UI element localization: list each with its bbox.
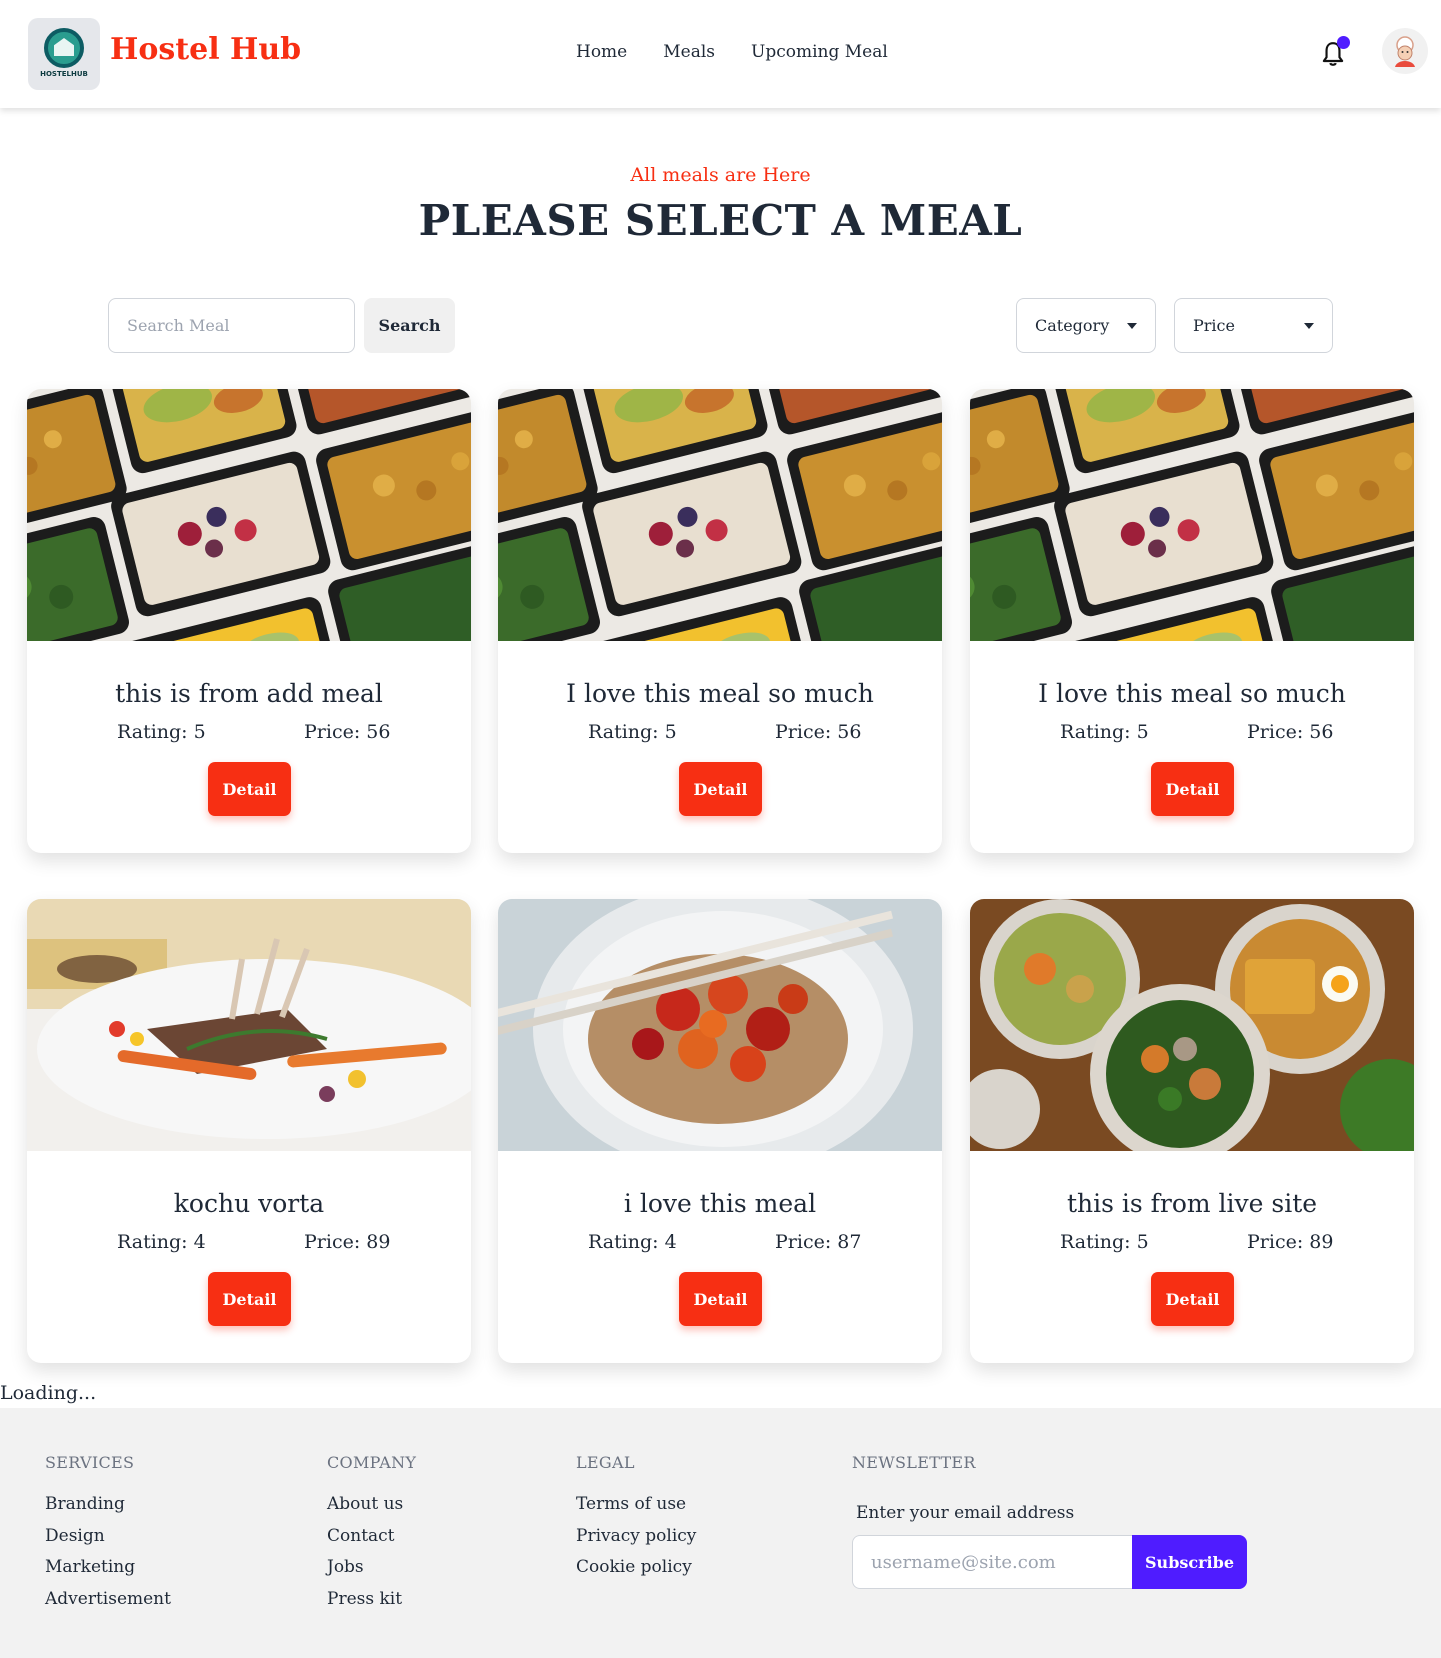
meal-price: Price: 56 (1247, 721, 1334, 743)
detail-button[interactable]: Detail (679, 762, 762, 816)
meal-image (27, 899, 471, 1151)
detail-button[interactable]: Detail (208, 762, 291, 816)
meal-card: i love this meal Rating: 4 Price: 87 Detai… (498, 899, 942, 1363)
meal-title: this is from add meal (115, 679, 383, 708)
brand-name[interactable]: Hostel Hub (110, 32, 301, 67)
nav-links: Home Meals Upcoming Meal (576, 42, 888, 62)
meal-title: kochu vorta (173, 1189, 325, 1218)
logo-text: HOSTELHUB (40, 70, 88, 78)
footer (0, 1408, 1441, 1658)
meal-rating: Rating: 4 (588, 1231, 677, 1253)
detail-button[interactable]: Detail (679, 1272, 762, 1326)
caret-down-icon (1304, 323, 1314, 329)
footer-link-about-us[interactable]: About us (327, 1494, 416, 1526)
meal-image (498, 389, 942, 641)
price-select-label: Price (1193, 316, 1235, 335)
meal-price: Price: 89 (304, 1231, 391, 1253)
search-button[interactable]: Search (364, 298, 455, 353)
footer-link-design[interactable]: Design (45, 1526, 171, 1558)
newsletter-label: Enter your email address (856, 1503, 1075, 1523)
detail-button[interactable]: Detail (1151, 762, 1234, 816)
footer-link-marketing[interactable]: Marketing (45, 1557, 171, 1589)
meal-card: this is from live site Rating: 5 Price: 89… (970, 899, 1414, 1363)
meal-price: Price: 89 (1247, 1231, 1334, 1253)
meal-rating: Rating: 5 (1060, 721, 1149, 743)
footer-link-contact[interactable]: Contact (327, 1526, 416, 1558)
meal-image (27, 389, 471, 641)
footer-link-terms[interactable]: Terms of use (576, 1494, 696, 1526)
loading-text: Loading... (0, 1382, 97, 1404)
detail-button[interactable]: Detail (1151, 1272, 1234, 1326)
meal-image (970, 899, 1414, 1151)
category-select-label: Category (1035, 316, 1110, 335)
footer-link-privacy[interactable]: Privacy policy (576, 1526, 696, 1558)
footer-heading: LEGAL (576, 1453, 635, 1472)
meal-card: I love this meal so much Rating: 5 Price:… (498, 389, 942, 853)
subscribe-button[interactable]: Subscribe (1132, 1535, 1247, 1589)
footer-link-branding[interactable]: Branding (45, 1494, 171, 1526)
navbar: HOSTELHUB Hostel Hub Home Meals Upcoming… (0, 0, 1441, 108)
meal-rating: Rating: 4 (117, 1231, 206, 1253)
meal-price: Price: 56 (304, 721, 391, 743)
footer-services: SERVICES Branding Design Marketing Adver… (45, 1453, 171, 1620)
footer-heading: SERVICES (45, 1453, 135, 1472)
meal-image (498, 899, 942, 1151)
caret-down-icon (1127, 323, 1137, 329)
logo-icon: HOSTELHUB (36, 26, 92, 82)
detail-button[interactable]: Detail (208, 1272, 291, 1326)
footer-heading: COMPANY (327, 1453, 417, 1472)
meal-price: Price: 87 (775, 1231, 862, 1253)
meal-card: I love this meal so much Rating: 5 Price:… (970, 389, 1414, 853)
meal-rating: Rating: 5 (588, 721, 677, 743)
newsletter-email-input[interactable] (852, 1535, 1133, 1589)
meal-rating: Rating: 5 (117, 721, 206, 743)
meal-card: this is from add meal Rating: 5 Price: 56 … (27, 389, 471, 853)
section-subtitle: All meals are Here (630, 164, 811, 186)
footer-link-cookie[interactable]: Cookie policy (576, 1557, 696, 1589)
price-select[interactable]: Price (1174, 298, 1333, 353)
nav-link-home[interactable]: Home (576, 42, 627, 62)
nav-link-upcoming-meal[interactable]: Upcoming Meal (751, 42, 888, 62)
meal-rating: Rating: 5 (1060, 1231, 1149, 1253)
meal-title: I love this meal so much (566, 679, 874, 708)
meal-image (970, 389, 1414, 641)
notification-dot (1337, 36, 1350, 49)
chef-avatar-icon (1395, 36, 1415, 67)
search-input[interactable] (108, 298, 355, 353)
footer-company: COMPANY About us Contact Jobs Press kit (327, 1453, 416, 1620)
meal-title: I love this meal so much (1038, 679, 1346, 708)
footer-heading: NEWSLETTER (852, 1453, 976, 1472)
nav-link-meals[interactable]: Meals (663, 42, 715, 62)
meal-card: kochu vorta Rating: 4 Price: 89 Detail (27, 899, 471, 1363)
category-select[interactable]: Category (1016, 298, 1156, 353)
meal-title: this is from live site (1066, 1189, 1318, 1218)
footer-link-advertisement[interactable]: Advertisement (45, 1589, 171, 1621)
meal-title: i love this meal (623, 1189, 817, 1218)
site-logo[interactable]: HOSTELHUB (28, 18, 100, 90)
page-title: PLEASE SELECT A MEAL (418, 196, 1023, 245)
user-avatar[interactable] (1382, 28, 1428, 74)
footer-legal: LEGAL Terms of use Privacy policy Cookie… (576, 1453, 696, 1589)
footer-newsletter: NEWSLETTER (852, 1453, 976, 1494)
footer-link-press-kit[interactable]: Press kit (327, 1589, 416, 1621)
footer-link-jobs[interactable]: Jobs (327, 1557, 416, 1589)
meal-price: Price: 56 (775, 721, 862, 743)
